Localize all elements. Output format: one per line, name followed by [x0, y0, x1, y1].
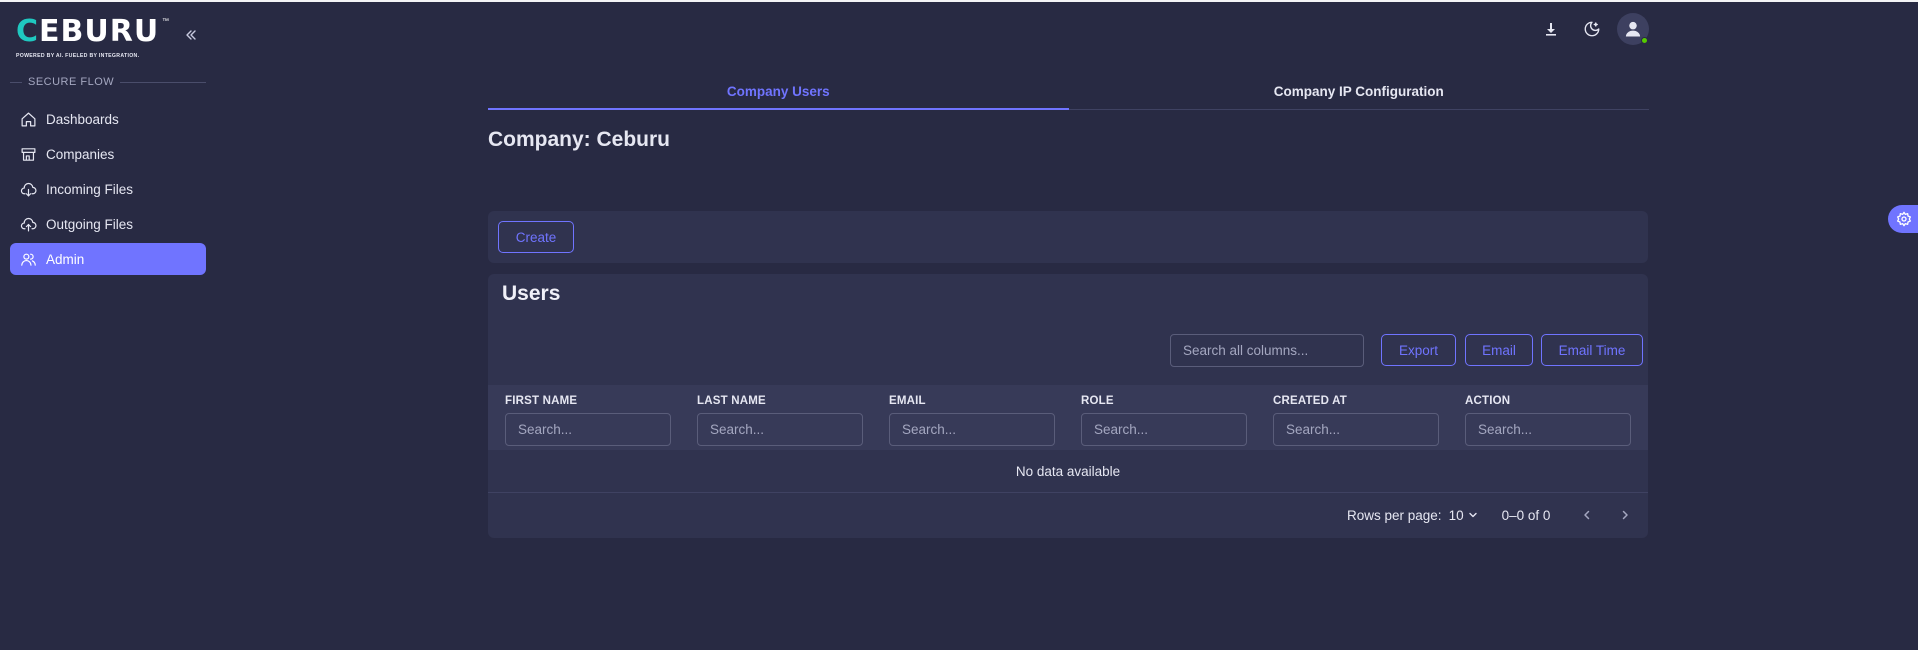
- column-email: EMAIL: [889, 395, 1059, 446]
- column-label: ROLE: [1081, 395, 1114, 407]
- email-button[interactable]: Email: [1465, 334, 1533, 366]
- email-time-button[interactable]: Email Time: [1541, 334, 1643, 366]
- action-filter-input[interactable]: [1465, 413, 1631, 446]
- search-all-input[interactable]: [1170, 334, 1364, 367]
- role-filter-input[interactable]: [1081, 413, 1247, 446]
- download-icon: [1546, 23, 1556, 36]
- pagination: Rows per page: 10 0–0 of 0: [1347, 493, 1632, 537]
- tab-company-ip-configuration[interactable]: Company IP Configuration: [1069, 80, 1650, 109]
- email-filter-input[interactable]: [889, 413, 1055, 446]
- column-label: LAST NAME: [697, 395, 766, 407]
- cloud-upload-icon: [20, 217, 37, 231]
- chevron-down-icon: [1468, 512, 1477, 518]
- chevron-left-icon: [1584, 510, 1590, 520]
- rows-per-page-label: Rows per page:: [1347, 507, 1442, 523]
- column-label: CREATED AT: [1273, 395, 1347, 407]
- user-avatar[interactable]: [1617, 13, 1649, 45]
- online-status-dot: [1641, 37, 1648, 44]
- section-header-secure-flow: SECURE FLOW: [10, 75, 206, 89]
- moon-stars-icon: [1584, 21, 1600, 37]
- store-icon: [21, 147, 36, 161]
- column-label: ACTION: [1465, 395, 1511, 407]
- logo-wordmark: CEBURU: [16, 14, 160, 49]
- customizer-settings-button[interactable]: [1888, 205, 1918, 233]
- sidebar-item-outgoing-files[interactable]: Outgoing Files: [10, 208, 206, 240]
- download-button[interactable]: [1539, 17, 1563, 41]
- empty-table-message: No data available: [488, 450, 1648, 493]
- company-tabs: Company Users Company IP Configuration: [488, 80, 1649, 110]
- sidebar-item-dashboards[interactable]: Dashboards: [10, 103, 206, 135]
- sidebar-item-companies[interactable]: Companies: [10, 138, 206, 170]
- users-icon: [21, 253, 36, 266]
- home-icon: [21, 112, 36, 126]
- last-name-filter-input[interactable]: [697, 413, 863, 446]
- ceburu-logo[interactable]: CEBURU ™ POWERED BY AI. FUELED BY INTEGR…: [16, 14, 169, 60]
- pagination-range: 0–0 of 0: [1501, 507, 1551, 523]
- logo-tagline: POWERED BY AI. FUELED BY INTEGRATION.: [16, 53, 140, 59]
- section-label: SECURE FLOW: [28, 76, 115, 88]
- sidebar-item-label: Outgoing Files: [46, 216, 134, 232]
- user-icon: [1625, 21, 1641, 37]
- column-first-name: FIRST NAME: [505, 395, 675, 446]
- chevrons-left-icon: [186, 30, 196, 40]
- logo-trademark: ™: [162, 18, 169, 25]
- column-label: FIRST NAME: [505, 395, 578, 407]
- create-button[interactable]: Create: [498, 221, 574, 253]
- collapse-sidebar-button[interactable]: [180, 24, 202, 46]
- rows-per-page-value: 10: [1448, 507, 1464, 523]
- rows-per-page-select[interactable]: 10: [1449, 508, 1479, 523]
- gear-icon: [1897, 211, 1911, 227]
- column-created-at: CREATED AT: [1273, 395, 1443, 446]
- sidebar-nav: Dashboards Companies Incoming Files Outg…: [10, 103, 206, 278]
- sidebar: CEBURU ™ POWERED BY AI. FUELED BY INTEGR…: [0, 2, 216, 650]
- sidebar-item-label: Incoming Files: [46, 181, 134, 197]
- sidebar-item-incoming-files[interactable]: Incoming Files: [10, 173, 206, 205]
- column-role: ROLE: [1081, 395, 1251, 446]
- column-action: ACTION: [1465, 395, 1635, 446]
- page-title: Company: Ceburu: [488, 128, 671, 151]
- theme-toggle-button[interactable]: [1580, 17, 1604, 41]
- table-header: FIRST NAME LAST NAME EMAIL ROLE CREATED …: [488, 385, 1648, 450]
- next-page-button[interactable]: [1618, 508, 1632, 522]
- first-name-filter-input[interactable]: [505, 413, 671, 446]
- chevron-right-icon: [1623, 510, 1629, 520]
- created-at-filter-input[interactable]: [1273, 413, 1439, 446]
- sidebar-item-admin[interactable]: Admin: [10, 243, 206, 275]
- users-title: Users: [502, 282, 561, 305]
- sidebar-item-label: Dashboards: [46, 111, 119, 127]
- tab-company-users[interactable]: Company Users: [488, 80, 1069, 110]
- sidebar-item-label: Companies: [46, 146, 115, 162]
- create-toolbar-card: Create: [488, 211, 1648, 263]
- users-card: Users Export Email Email Time FIRST NAME…: [488, 274, 1648, 538]
- export-button[interactable]: Export: [1381, 334, 1456, 366]
- column-last-name: LAST NAME: [697, 395, 867, 446]
- sidebar-item-label: Admin: [46, 251, 85, 267]
- column-label: EMAIL: [889, 395, 926, 407]
- previous-page-button[interactable]: [1580, 508, 1594, 522]
- cloud-download-icon: [20, 182, 37, 196]
